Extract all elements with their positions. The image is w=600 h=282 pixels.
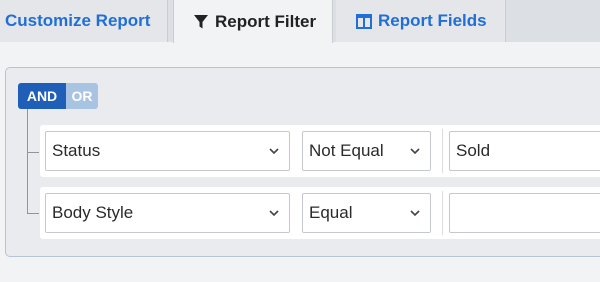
value-input[interactable] bbox=[449, 193, 600, 233]
field-select-value: Status bbox=[52, 141, 101, 160]
chevron-down-icon bbox=[410, 210, 420, 217]
tab-report-fields-label: Report Fields bbox=[378, 11, 487, 30]
filter-row: Status Not Equal Sold bbox=[40, 125, 600, 177]
value-input[interactable]: Sold bbox=[449, 131, 600, 171]
operator-select[interactable]: Equal bbox=[302, 193, 431, 233]
value-input-text: Sold bbox=[456, 141, 491, 160]
tab-report-filter-label: Report Filter bbox=[215, 11, 317, 31]
tab-customize-report-label: Customize Report bbox=[5, 11, 151, 30]
tree-connector-vertical bbox=[27, 109, 28, 214]
operator-select[interactable]: Not Equal bbox=[302, 131, 431, 171]
and-button[interactable]: AND bbox=[18, 83, 66, 109]
tree-connector-branch bbox=[27, 152, 39, 153]
and-or-toggle: AND OR bbox=[18, 83, 98, 109]
tab-bar-filler bbox=[506, 0, 600, 42]
chevron-down-icon bbox=[269, 148, 279, 155]
operator-select-value: Equal bbox=[309, 203, 353, 222]
filter-group-panel: AND OR Status Not Equal Sold Body Style bbox=[5, 67, 600, 257]
tab-report-filter[interactable]: Report Filter bbox=[173, 0, 333, 43]
filter-icon bbox=[193, 14, 209, 30]
field-select[interactable]: Body Style bbox=[45, 193, 290, 233]
columns-icon bbox=[356, 13, 372, 29]
report-tab-bar: Customize Report Report Filter Report Fi… bbox=[0, 0, 600, 43]
tab-customize-report[interactable]: Customize Report bbox=[0, 0, 168, 42]
field-select-value: Body Style bbox=[52, 203, 134, 222]
or-button[interactable]: OR bbox=[66, 83, 98, 109]
chevron-down-icon bbox=[269, 210, 279, 217]
operator-select-value: Not Equal bbox=[309, 141, 384, 160]
field-select[interactable]: Status bbox=[45, 131, 290, 171]
tab-report-fields[interactable]: Report Fields bbox=[336, 0, 506, 42]
chevron-down-icon bbox=[410, 148, 420, 155]
row-divider bbox=[442, 191, 443, 235]
filter-row: Body Style Equal bbox=[40, 187, 600, 239]
row-divider bbox=[442, 129, 443, 173]
tree-connector-branch bbox=[27, 213, 39, 214]
